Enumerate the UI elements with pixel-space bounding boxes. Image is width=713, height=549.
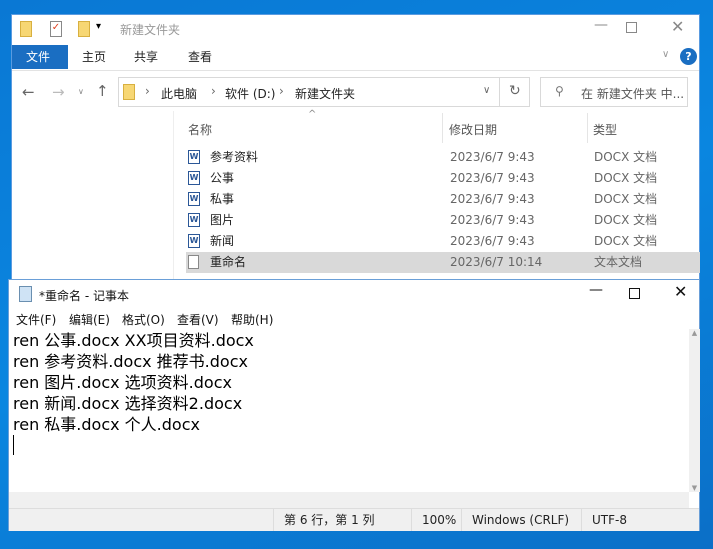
column-header-name[interactable]: 名称 (188, 121, 212, 138)
text-editor[interactable]: ren 公事.docx XX项目资料.docx ren 参考资料.docx 推荐… (9, 329, 689, 492)
menu-edit[interactable]: 编辑(E) (69, 311, 110, 328)
file-date: 2023/6/7 9:43 (450, 171, 535, 185)
menu-format[interactable]: 格式(O) (122, 311, 165, 328)
ribbon-tab-home[interactable]: 主页 (68, 45, 120, 69)
breadcrumb-folder[interactable]: 新建文件夹 (295, 85, 355, 102)
file-explorer-window: ✓ ▾ 新建文件夹 — ✕ 文件 主页 共享 查看 ∨ ? ← → ∨ ↑ › … (11, 14, 700, 281)
file-type: DOCX 文档 (594, 213, 658, 227)
status-encoding: UTF-8 (581, 509, 691, 531)
file-name: 新闻 (210, 234, 235, 248)
help-icon[interactable]: ? (680, 48, 697, 65)
horizontal-scrollbar[interactable] (9, 492, 689, 508)
search-input[interactable]: 在 新建文件夹 中... (581, 85, 684, 102)
file-type: DOCX 文档 (594, 234, 658, 248)
column-header-date[interactable]: 修改日期 (449, 121, 497, 138)
word-doc-icon: W (188, 234, 200, 248)
search-box[interactable]: ⚲ 在 新建文件夹 中... (540, 77, 688, 107)
status-zoom: 100% (411, 509, 461, 531)
ribbon-tab-share[interactable]: 共享 (120, 45, 172, 69)
status-line-ending: Windows (CRLF) (461, 509, 581, 531)
breadcrumb-drive-d[interactable]: 软件 (D:) (225, 85, 275, 102)
file-date: 2023/6/7 9:43 (450, 150, 535, 164)
window-title: *重命名 - 记事本 (39, 289, 129, 303)
vertical-scrollbar[interactable]: ▲ ▼ (689, 329, 700, 492)
forward-arrow-icon[interactable]: → (52, 83, 65, 101)
file-date: 2023/6/7 9:43 (450, 213, 535, 227)
back-arrow-icon[interactable]: ← (22, 83, 35, 101)
file-type: 文本文档 (594, 255, 643, 269)
up-arrow-icon[interactable]: ↑ (96, 82, 109, 100)
search-icon: ⚲ (555, 84, 564, 98)
properties-icon[interactable]: ✓ (50, 21, 62, 37)
ribbon-divider (12, 70, 699, 71)
new-folder-icon[interactable] (78, 21, 90, 37)
breadcrumb-this-pc[interactable]: 此电脑 (161, 85, 197, 102)
text-line: ren 参考资料.docx 推荐书.docx (13, 352, 248, 371)
refresh-icon[interactable]: ↻ (509, 83, 521, 99)
window-title: 新建文件夹 (120, 23, 181, 37)
word-doc-icon: W (188, 192, 200, 206)
file-row[interactable]: W 公事 2023/6/7 9:43 DOCX 文档 (186, 168, 700, 189)
file-row[interactable]: W 图片 2023/6/7 9:43 DOCX 文档 (186, 210, 700, 231)
file-row[interactable]: W 新闻 2023/6/7 9:43 DOCX 文档 (186, 231, 700, 252)
close-button[interactable]: ✕ (674, 282, 687, 301)
text-line: ren 公事.docx XX项目资料.docx (13, 331, 254, 350)
file-type: DOCX 文档 (594, 171, 658, 185)
menu-help[interactable]: 帮助(H) (231, 311, 273, 328)
text-doc-icon (188, 255, 199, 269)
file-name: 重命名 (210, 255, 247, 269)
status-cursor-position: 第 6 行，第 1 列 (273, 509, 413, 531)
notepad-icon (19, 286, 32, 302)
maximize-button[interactable] (629, 288, 640, 299)
ribbon-tab-view[interactable]: 查看 (174, 45, 226, 69)
file-row[interactable]: W 私事 2023/6/7 9:43 DOCX 文档 (186, 189, 700, 210)
text-cursor (13, 435, 14, 455)
file-type: DOCX 文档 (594, 150, 658, 164)
text-line: ren 私事.docx 个人.docx (13, 415, 200, 434)
file-row[interactable]: W 参考资料 2023/6/7 9:43 DOCX 文档 (186, 147, 700, 168)
maximize-button[interactable] (626, 22, 637, 33)
file-name: 私事 (210, 192, 235, 206)
recent-locations-icon[interactable]: ∨ (78, 87, 84, 96)
text-line: ren 新闻.docx 选择资料2.docx (13, 394, 243, 413)
folder-icon (123, 84, 135, 100)
file-date: 2023/6/7 9:43 (450, 192, 535, 206)
minimize-button[interactable]: — (589, 282, 603, 298)
sort-ascending-icon: ^ (308, 109, 317, 120)
file-name: 公事 (210, 171, 235, 185)
file-row-selected[interactable]: 重命名 2023/6/7 10:14 文本文档 (186, 252, 700, 273)
file-type: DOCX 文档 (594, 192, 658, 206)
address-bar[interactable]: › 此电脑 › 软件 (D:) › 新建文件夹 ∨ ↻ (118, 77, 530, 107)
word-doc-icon: W (188, 171, 200, 185)
quick-access-dropdown-icon[interactable]: ▾ (96, 21, 101, 32)
file-date: 2023/6/7 10:14 (450, 255, 543, 269)
menu-file[interactable]: 文件(F) (16, 311, 56, 328)
address-dropdown-icon[interactable]: ∨ (483, 85, 490, 96)
word-doc-icon: W (188, 213, 200, 227)
word-doc-icon: W (188, 150, 200, 164)
menu-view[interactable]: 查看(V) (177, 311, 219, 328)
file-name: 图片 (210, 213, 235, 227)
file-name: 参考资料 (210, 150, 259, 164)
notepad-window: *重命名 - 记事本 — ✕ 文件(F) 编辑(E) 格式(O) 查看(V) 帮… (8, 279, 700, 531)
close-button[interactable]: ✕ (671, 17, 684, 36)
folder-icon (20, 21, 32, 37)
file-date: 2023/6/7 9:43 (450, 234, 535, 248)
minimize-button[interactable]: — (594, 17, 608, 33)
status-bar: 第 6 行，第 1 列 100% Windows (CRLF) UTF-8 (9, 508, 699, 531)
column-header-type[interactable]: 类型 (593, 121, 617, 138)
text-line: ren 图片.docx 选项资料.docx (13, 373, 232, 392)
ribbon-tab-file[interactable]: 文件 (12, 45, 68, 69)
expand-ribbon-icon[interactable]: ∨ (662, 49, 669, 60)
